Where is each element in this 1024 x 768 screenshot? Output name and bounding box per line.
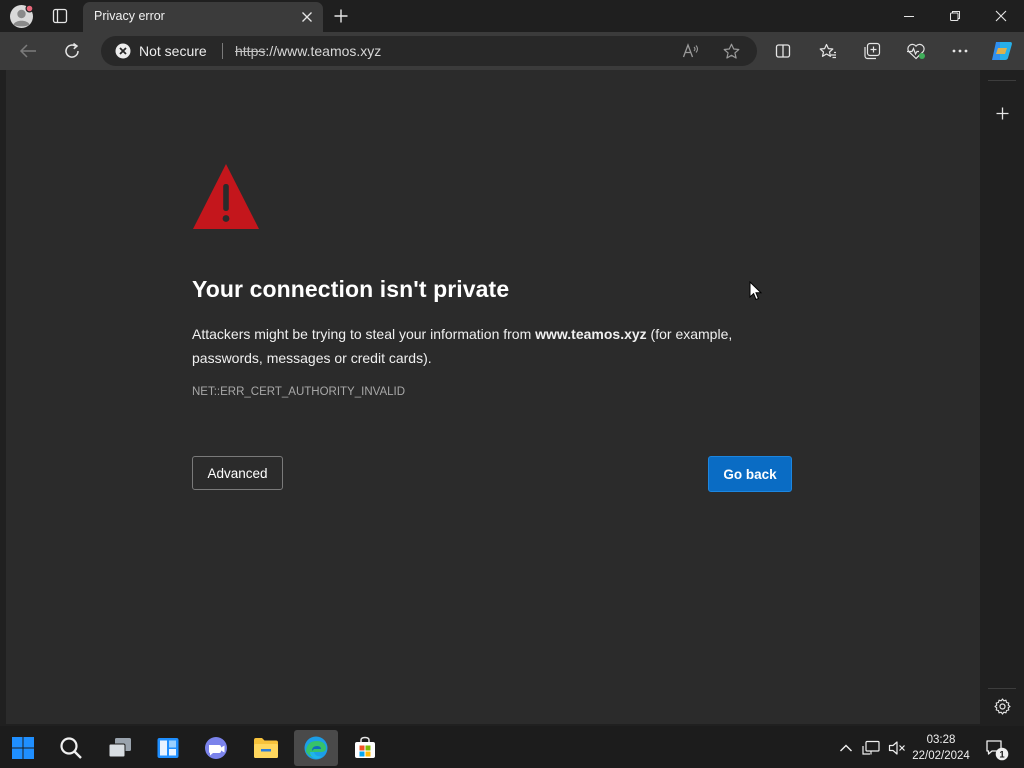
- widgets-icon[interactable]: [148, 730, 188, 766]
- mouse-cursor-icon: [749, 281, 763, 301]
- back-arrow-icon[interactable]: [14, 39, 42, 63]
- message-prefix: Attackers might be trying to steal your …: [192, 326, 536, 342]
- volume-muted-icon[interactable]: [886, 738, 908, 758]
- more-options-icon[interactable]: [946, 39, 974, 63]
- advanced-button[interactable]: Advanced: [192, 456, 283, 490]
- security-indicator[interactable]: Not secure: [115, 42, 207, 60]
- tray-chevron-up-icon[interactable]: [836, 738, 856, 758]
- edge-sidebar: [980, 70, 1024, 724]
- security-label: Not secure: [139, 43, 207, 59]
- url-text[interactable]: https://www.teamos.xyz: [235, 43, 381, 59]
- not-secure-icon: [115, 43, 131, 59]
- network-icon[interactable]: [860, 738, 882, 758]
- address-bar[interactable]: Not secure https://www.teamos.xyz: [101, 36, 757, 66]
- notification-center-icon[interactable]: 1: [984, 738, 1010, 762]
- copilot-icon[interactable]: [988, 38, 1016, 64]
- browser-essentials-icon[interactable]: [902, 39, 930, 63]
- sidebar-divider: [988, 80, 1016, 81]
- go-back-button[interactable]: Go back: [708, 456, 792, 492]
- file-explorer-icon[interactable]: [246, 730, 286, 766]
- message-domain: www.teamos.xyz: [535, 326, 647, 342]
- address-divider: [222, 43, 223, 59]
- url-host: ://www.teamos.xyz: [265, 43, 382, 59]
- error-code: NET::ERR_CERT_AUTHORITY_INVALID: [192, 386, 406, 398]
- clock-date: 22/02/2024: [912, 750, 970, 762]
- task-view-icon[interactable]: [100, 730, 140, 766]
- tab-actions-icon[interactable]: [46, 4, 74, 28]
- title-bar: Privacy error: [0, 0, 1024, 32]
- url-scheme: https: [235, 43, 266, 59]
- close-tab-icon[interactable]: [299, 9, 315, 25]
- tab-title: Privacy error: [94, 9, 165, 23]
- sidebar-divider-bottom: [988, 688, 1016, 689]
- clock-time: 03:28: [926, 734, 956, 746]
- restore-icon[interactable]: [932, 0, 978, 32]
- favorite-star-icon[interactable]: [719, 41, 743, 61]
- profile-avatar-icon[interactable]: [9, 4, 34, 29]
- page-title: Your connection isn't private: [192, 276, 510, 302]
- favorites-icon[interactable]: [814, 39, 842, 63]
- warning-triangle-icon: [192, 162, 260, 230]
- browser-toolbar: Not secure https://www.teamos.xyz: [0, 32, 1024, 70]
- active-tab[interactable]: Privacy error: [83, 2, 323, 32]
- edge-browser-icon[interactable]: [294, 730, 338, 766]
- taskbar-clock[interactable]: 03:28 22/02/2024: [906, 732, 976, 764]
- sidebar-settings-gear-icon[interactable]: [990, 695, 1014, 717]
- close-window-icon[interactable]: [978, 0, 1024, 32]
- refresh-icon[interactable]: [58, 39, 86, 63]
- sidebar-add-icon[interactable]: [990, 102, 1014, 124]
- collections-icon[interactable]: [858, 39, 886, 63]
- error-message: Attackers might be trying to steal your …: [192, 322, 760, 370]
- microsoft-store-icon[interactable]: [345, 730, 385, 766]
- teams-chat-icon[interactable]: [196, 730, 236, 766]
- minimize-icon[interactable]: [886, 0, 932, 32]
- notification-count: 1: [999, 750, 1005, 761]
- windows-start-icon[interactable]: [3, 730, 43, 766]
- page-content: [6, 70, 980, 724]
- read-aloud-icon[interactable]: [679, 41, 703, 61]
- new-tab-plus-icon[interactable]: [330, 5, 352, 27]
- windows-taskbar: 03:28 22/02/2024 1: [0, 726, 1024, 768]
- split-screen-icon[interactable]: [769, 39, 797, 63]
- taskbar-search-icon[interactable]: [51, 730, 91, 766]
